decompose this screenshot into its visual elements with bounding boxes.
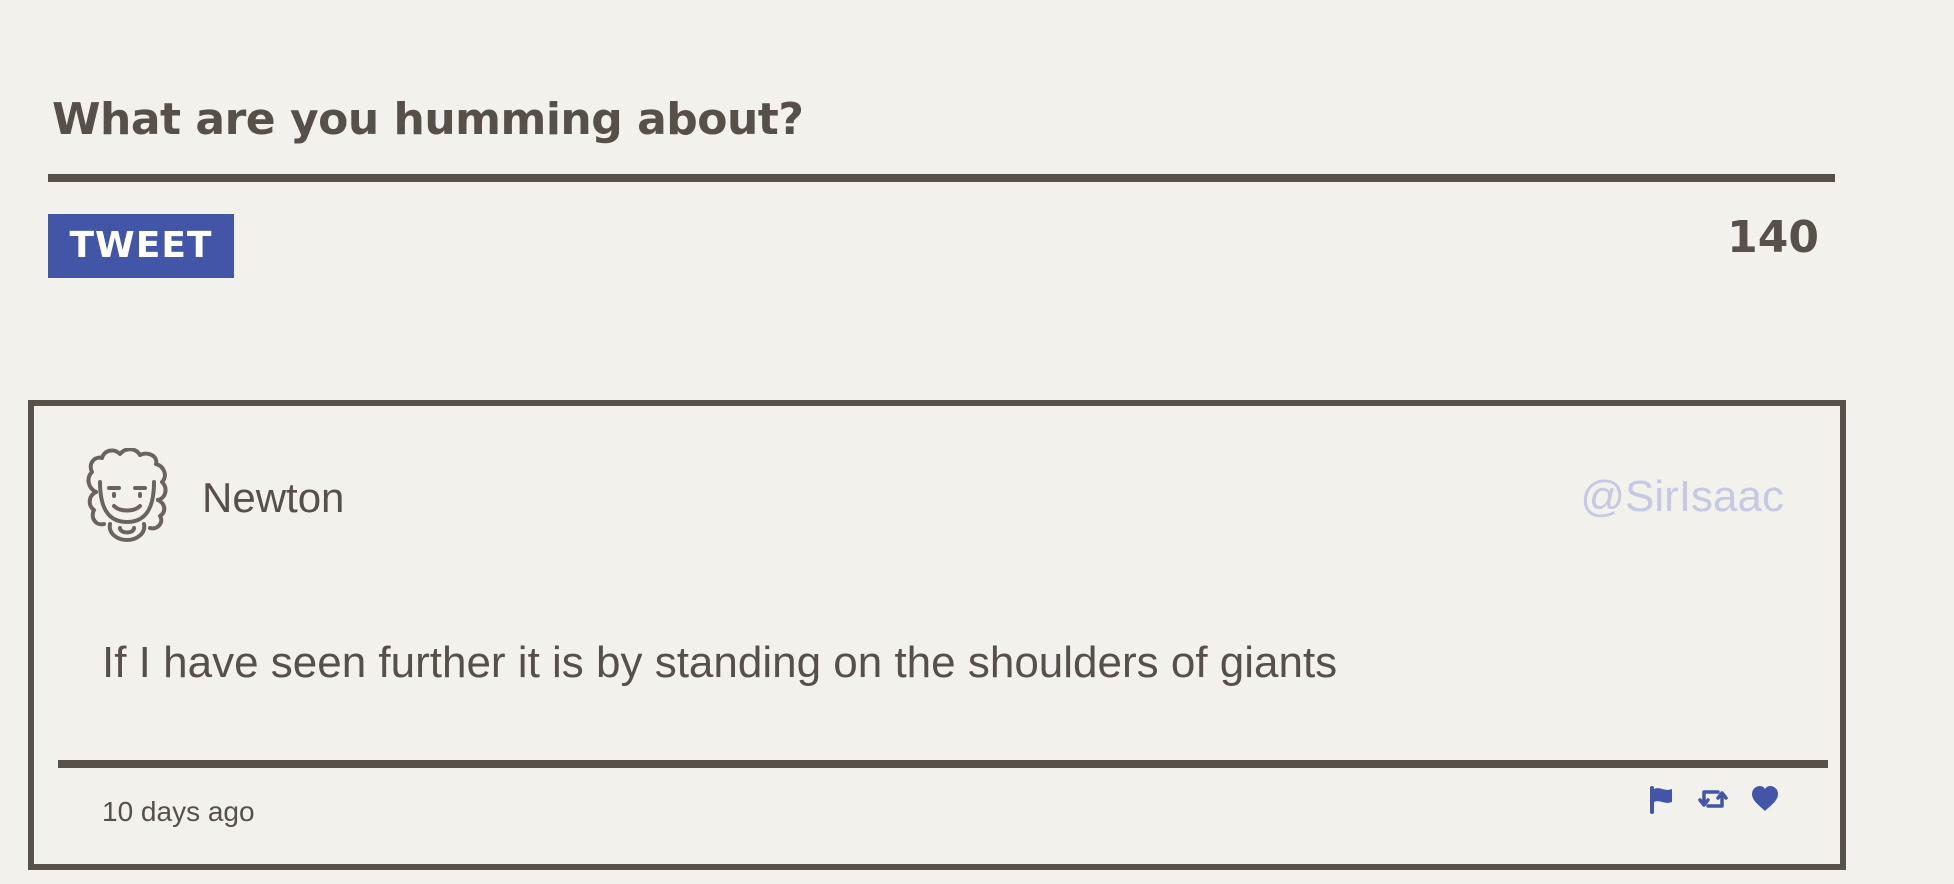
flag-icon[interactable]	[1646, 784, 1676, 814]
retweet-icon[interactable]	[1698, 784, 1728, 814]
newton-avatar-icon	[86, 447, 168, 542]
composer-actions: TWEET 140	[48, 182, 1835, 292]
tweet-card: Newton @SirIsaac If I have seen further …	[28, 400, 1846, 870]
character-counter: 140	[1727, 212, 1819, 263]
heart-icon[interactable]	[1750, 784, 1780, 814]
composer-divider	[48, 174, 1835, 182]
tweet-composer: What are you humming about? TWEET 140	[48, 90, 1835, 292]
author-handle[interactable]: @SirIsaac	[1580, 472, 1784, 522]
tweet-text: If I have seen further it is by standing…	[102, 638, 1338, 687]
author-name[interactable]: Newton	[202, 474, 344, 522]
tweet-divider	[58, 760, 1828, 768]
tweet-timestamp: 10 days ago	[102, 796, 255, 827]
avatar	[82, 447, 172, 544]
tweet-button[interactable]: TWEET	[48, 214, 234, 278]
tweet-actions	[1646, 784, 1780, 814]
compose-input[interactable]: What are you humming about?	[52, 90, 1835, 174]
